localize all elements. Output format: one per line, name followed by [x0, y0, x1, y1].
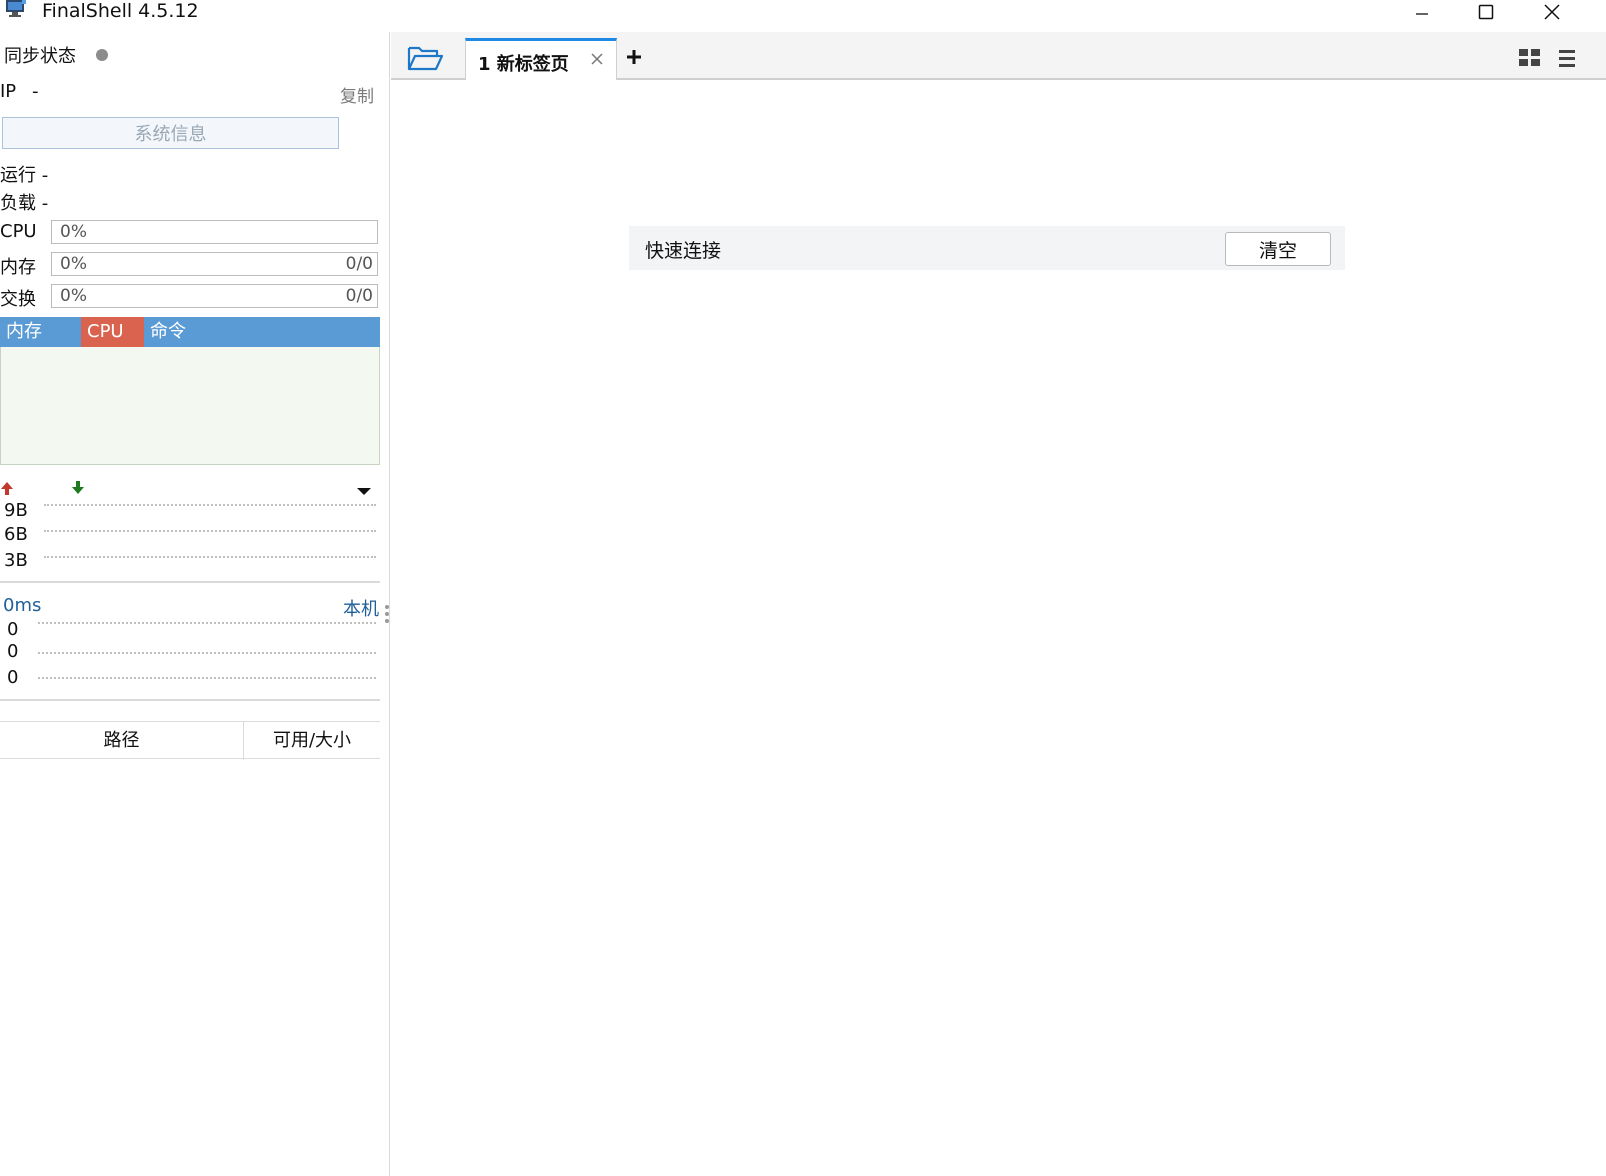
network-axis-tick: 9B [4, 500, 28, 521]
network-axis-tick: 6B [4, 524, 28, 545]
memory-usage-bar: 0% 0/0 [51, 252, 378, 276]
disk-size-column[interactable]: 可用/大小 [244, 722, 380, 760]
folder-open-icon [407, 46, 444, 71]
ping-axis-tick: 0 [7, 641, 19, 662]
minimize-icon [1416, 13, 1428, 15]
process-sort-cpu-tab[interactable]: CPU [81, 317, 144, 347]
ping-gridline [38, 652, 376, 654]
network-gridline [44, 530, 376, 532]
memory-value: 0/0 [345, 254, 373, 274]
ping-latency: 0ms [3, 595, 42, 616]
sync-status-dot [96, 49, 108, 61]
memory-percent: 0% [60, 254, 87, 274]
minimize-button[interactable] [1390, 0, 1454, 24]
ping-axis-tick: 0 [7, 667, 19, 688]
list-view-icon[interactable] [1553, 48, 1577, 68]
clear-button[interactable]: 清空 [1225, 232, 1331, 266]
close-button[interactable] [1520, 0, 1584, 24]
system-info-button[interactable]: 系统信息 [2, 117, 339, 149]
swap-percent: 0% [60, 286, 87, 306]
ip-label: IP [0, 81, 17, 102]
chevron-down-icon [357, 488, 371, 495]
disk-path-column[interactable]: 路径 [0, 722, 244, 760]
app-icon [4, 0, 28, 18]
ping-host-link[interactable]: 本机 [343, 595, 379, 621]
swap-label: 交换 [0, 289, 36, 310]
main-area: 1 新标签页 快速连接 清空 [391, 32, 1606, 1176]
sync-status-label: 同步状态 [4, 46, 76, 67]
network-gridline [44, 556, 376, 558]
swap-usage-bar: 0% 0/0 [51, 284, 378, 308]
cpu-percent: 0% [60, 222, 87, 242]
memory-label: 内存 [0, 257, 36, 278]
network-interface-dropdown[interactable] [356, 482, 372, 495]
swap-value: 0/0 [345, 286, 373, 306]
title-bar: FinalShell 4.5.12 [0, 0, 1606, 32]
maximize-button[interactable] [1454, 0, 1518, 24]
tab-bar: 1 新标签页 [391, 32, 1606, 80]
disk-list [0, 759, 380, 1176]
close-tab-icon[interactable] [590, 52, 604, 66]
close-icon [1544, 4, 1560, 20]
section-divider [0, 581, 380, 583]
network-axis-tick: 3B [4, 550, 28, 571]
copy-ip-link[interactable]: 复制 [340, 82, 374, 107]
add-tab-icon[interactable] [625, 48, 643, 66]
open-connections-button[interactable] [405, 42, 445, 74]
upload-arrow-icon [0, 480, 14, 496]
ping-gridline [38, 622, 376, 624]
download-arrow-icon [71, 480, 85, 496]
disk-table-header: 路径 可用/大小 [0, 721, 380, 760]
process-table-header: 内存 CPU 命令 [0, 317, 380, 347]
load-label: 负载 - [0, 193, 49, 214]
tab-new-tab[interactable]: 1 新标签页 [465, 38, 617, 80]
sidebar-resize-handle[interactable] [384, 604, 390, 624]
process-list [0, 347, 380, 465]
cpu-usage-bar: 0% [51, 220, 378, 244]
cpu-label: CPU [0, 221, 37, 242]
status-sidebar: 同步状态 IP - 复制 系统信息 运行 - 负载 - CPU 0% 内存 0%… [0, 32, 390, 1176]
quick-connect-bar: 快速连接 清空 [629, 226, 1345, 270]
network-gridline [44, 504, 376, 506]
grid-view-icon[interactable] [1518, 48, 1542, 68]
maximize-icon [1478, 4, 1494, 20]
ip-value: - [32, 81, 39, 102]
uptime-label: 运行 - [0, 165, 49, 186]
process-sort-memory-tab[interactable]: 内存 [0, 317, 81, 347]
tab-label: 1 新标签页 [478, 54, 569, 75]
ping-axis-tick: 0 [7, 619, 19, 640]
process-command-column[interactable]: 命令 [144, 317, 380, 347]
section-divider [0, 699, 380, 701]
ping-gridline [38, 677, 376, 679]
app-title: FinalShell 4.5.12 [42, 0, 199, 22]
quick-connect-label: 快速连接 [645, 240, 722, 262]
